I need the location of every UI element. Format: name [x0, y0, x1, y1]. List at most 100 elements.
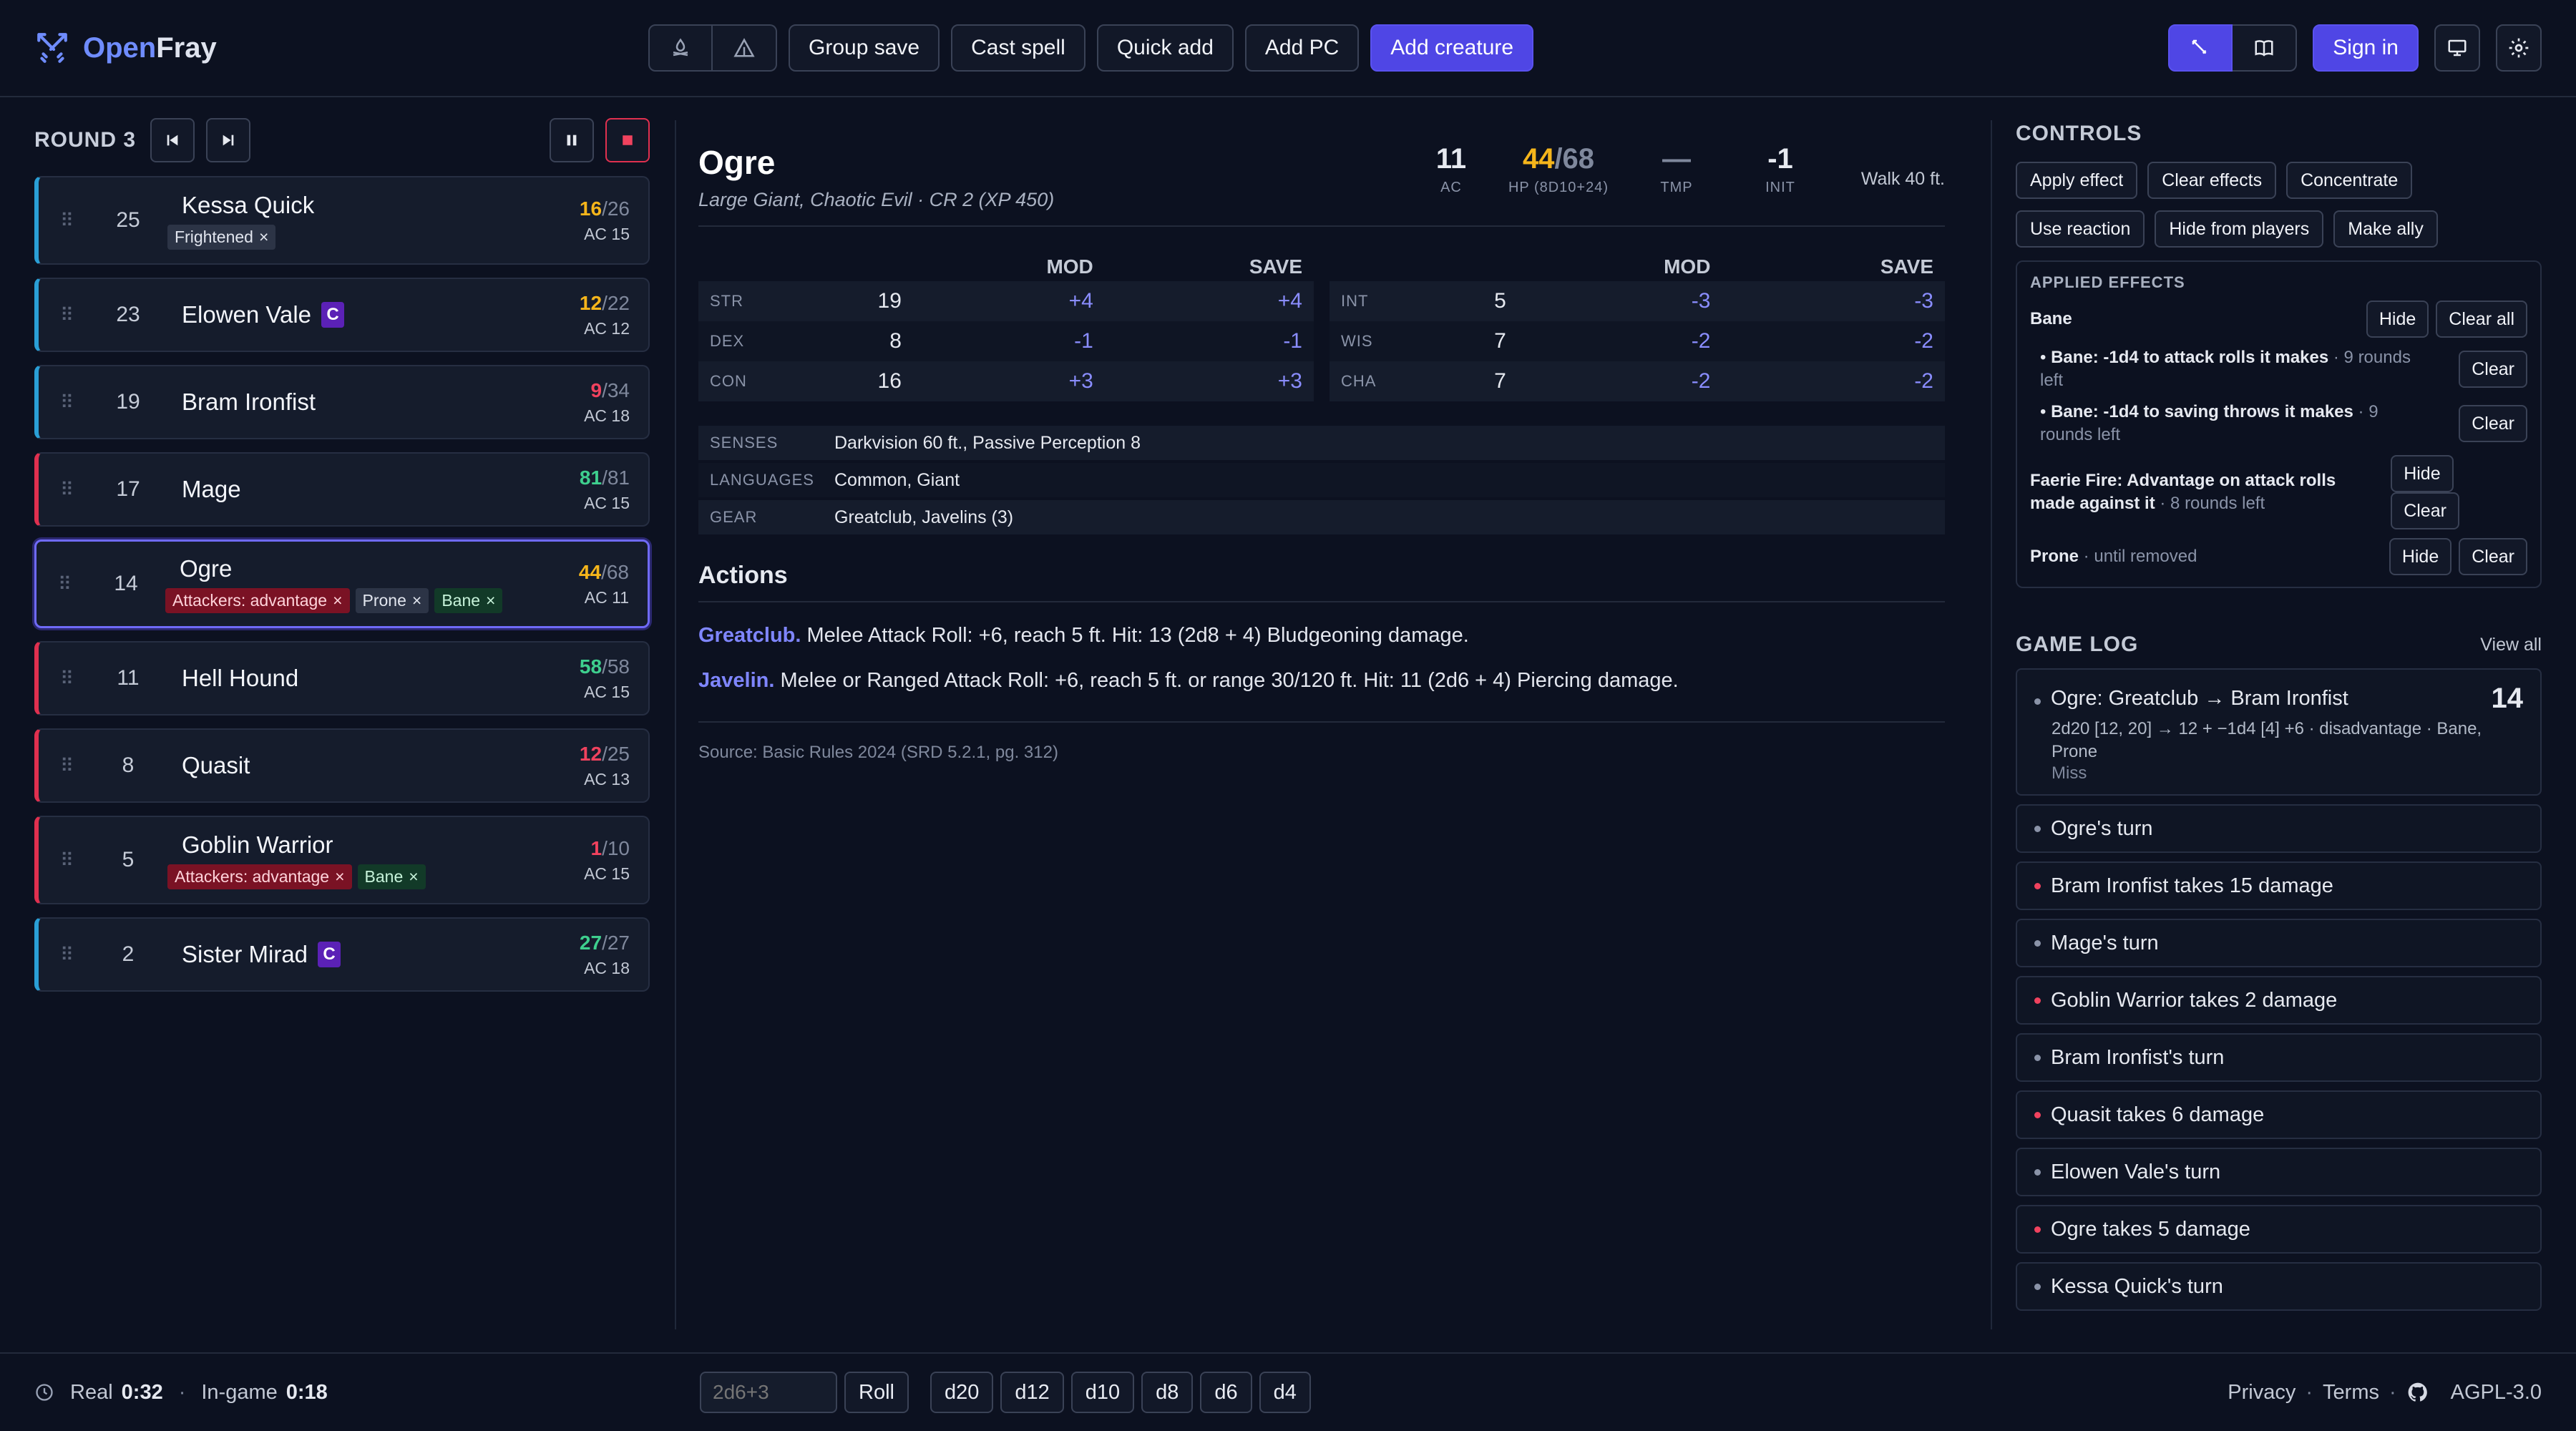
hp-display[interactable]: 58/58 AC 15: [580, 655, 648, 702]
ability-save[interactable]: -2: [1722, 321, 1945, 361]
concentrate-button[interactable]: Concentrate: [2286, 162, 2413, 199]
monitor-icon[interactable]: [2434, 24, 2480, 72]
ability-row[interactable]: DEX 8 -1 -1: [698, 321, 1314, 361]
ability-mod[interactable]: -2: [1517, 321, 1722, 361]
condition-tag[interactable]: Attackers: advantage ×: [167, 864, 352, 889]
log-entry[interactable]: Goblin Warrior takes 2 damage: [2016, 976, 2542, 1025]
close-icon[interactable]: ×: [259, 228, 268, 247]
close-icon[interactable]: ×: [409, 867, 418, 887]
dice-button-d10[interactable]: d10: [1070, 1372, 1135, 1413]
condition-tag[interactable]: Bane ×: [434, 587, 503, 613]
ability-mod[interactable]: -1: [912, 321, 1105, 361]
logo[interactable]: OpenFray: [34, 30, 635, 66]
initiative-value[interactable]: 19: [96, 390, 160, 414]
action-greatclub[interactable]: Greatclub. Melee Attack Roll: +6, reach …: [698, 624, 1945, 648]
initiative-value[interactable]: 14: [94, 572, 158, 596]
clear-faerie-fire-button[interactable]: Clear: [2391, 492, 2459, 529]
log-entry[interactable]: Kessa Quick's turn: [2016, 1262, 2542, 1311]
dice-button-d12[interactable]: d12: [1000, 1372, 1064, 1413]
condition-tag[interactable]: Prone ×: [355, 587, 429, 613]
hide-from-players-button[interactable]: Hide from players: [2155, 210, 2324, 248]
hp-display[interactable]: 81/81 AC 15: [580, 467, 648, 513]
drag-handle-icon[interactable]: ⠿: [58, 573, 94, 595]
hp-display[interactable]: 44/68 AC 11: [579, 561, 648, 607]
github-icon[interactable]: [2406, 1381, 2429, 1404]
gear-icon[interactable]: [2496, 24, 2542, 72]
previous-turn-button[interactable]: [150, 118, 195, 162]
log-entry[interactable]: Quasit takes 6 damage: [2016, 1090, 2542, 1139]
close-icon[interactable]: ×: [333, 591, 342, 610]
combatant-card[interactable]: ⠿ 14 Ogre Attackers: advantage × Prone × Bane × 4…: [34, 539, 650, 628]
ability-row[interactable]: STR 19 +4 +4: [698, 281, 1314, 321]
combatant-card[interactable]: ⠿ 25 Kessa Quick Frightened × 16/26 AC 15: [34, 176, 650, 265]
combatant-card[interactable]: ⠿ 23 Elowen Vale C 12/22 AC 12: [34, 278, 650, 352]
clear-prone-button[interactable]: Clear: [2459, 538, 2527, 575]
drag-handle-icon[interactable]: ⠿: [60, 944, 96, 966]
hp-display[interactable]: 12/25 AC 13: [580, 743, 648, 789]
view-all-link[interactable]: View all: [2480, 635, 2542, 655]
ability-mod[interactable]: +3: [912, 361, 1105, 401]
dice-button-d20[interactable]: d20: [930, 1372, 994, 1413]
initiative-value[interactable]: 11: [96, 666, 160, 690]
ability-row[interactable]: CHA 7 -2 -2: [1330, 361, 1945, 401]
combatant-card[interactable]: ⠿ 19 Bram Ironfist 9/34 AC 18: [34, 365, 650, 439]
ability-row[interactable]: CON 16 +3 +3: [698, 361, 1314, 401]
close-icon[interactable]: ×: [486, 591, 495, 610]
initiative-value[interactable]: 25: [96, 208, 160, 233]
ability-row[interactable]: WIS 7 -2 -2: [1330, 321, 1945, 361]
drag-handle-icon[interactable]: ⠿: [60, 304, 96, 326]
combatant-card[interactable]: ⠿ 17 Mage 81/81 AC 15: [34, 452, 650, 527]
apply-effect-button[interactable]: Apply effect: [2016, 162, 2138, 199]
clear-bane-save-button[interactable]: Clear: [2459, 405, 2527, 442]
ability-mod[interactable]: +4: [912, 281, 1105, 321]
log-entry[interactable]: Bram Ironfist's turn: [2016, 1033, 2542, 1082]
pause-button[interactable]: [550, 118, 594, 162]
hp-display[interactable]: 9/34 AC 18: [584, 379, 648, 426]
ability-save[interactable]: -3: [1722, 281, 1945, 321]
dice-expression-input[interactable]: [700, 1372, 837, 1413]
add-creature-button[interactable]: Add creature: [1370, 24, 1534, 72]
hide-bane-button[interactable]: Hide: [2366, 301, 2429, 338]
initiative-value[interactable]: 8: [96, 753, 160, 778]
clear-effects-button[interactable]: Clear effects: [2147, 162, 2277, 199]
terms-link[interactable]: Terms: [2323, 1381, 2379, 1405]
initiative-value[interactable]: 17: [96, 477, 160, 502]
tent-icon[interactable]: [713, 24, 777, 72]
dice-button-d6[interactable]: d6: [1200, 1372, 1252, 1413]
use-reaction-button[interactable]: Use reaction: [2016, 210, 2145, 248]
group-save-button[interactable]: Group save: [789, 24, 940, 72]
add-pc-button[interactable]: Add PC: [1244, 24, 1360, 72]
hide-prone-button[interactable]: Hide: [2389, 538, 2452, 575]
quick-add-button[interactable]: Quick add: [1096, 24, 1234, 72]
ability-save[interactable]: -1: [1104, 321, 1314, 361]
log-entry[interactable]: Mage's turn: [2016, 919, 2542, 967]
clear-bane-attack-button[interactable]: Clear: [2459, 351, 2527, 388]
hp-display[interactable]: 1/10 AC 15: [584, 837, 648, 884]
condition-tag[interactable]: Frightened ×: [167, 224, 276, 250]
drag-handle-icon[interactable]: ⠿: [60, 849, 96, 871]
dice-button-d4[interactable]: d4: [1259, 1372, 1311, 1413]
ability-save[interactable]: +4: [1104, 281, 1314, 321]
ability-mod[interactable]: -3: [1517, 281, 1722, 321]
log-entry-featured[interactable]: Ogre: Greatclub → Bram Ironfist 14 2d20 […: [2016, 668, 2542, 796]
ability-save[interactable]: -2: [1722, 361, 1945, 401]
combatant-card[interactable]: ⠿ 5 Goblin Warrior Attackers: advantage × Ban…: [34, 816, 650, 904]
roll-button[interactable]: Roll: [844, 1372, 909, 1413]
book-icon[interactable]: [2233, 24, 2298, 72]
log-entry[interactable]: Ogre's turn: [2016, 804, 2542, 853]
close-icon[interactable]: ×: [412, 591, 421, 610]
sword-icon[interactable]: [2168, 24, 2233, 72]
sign-in-button[interactable]: Sign in: [2313, 24, 2419, 72]
drag-handle-icon[interactable]: ⠿: [60, 210, 96, 232]
ability-row[interactable]: INT 5 -3 -3: [1330, 281, 1945, 321]
log-entry[interactable]: Bram Ironfist takes 15 damage: [2016, 861, 2542, 910]
ability-mod[interactable]: -2: [1517, 361, 1722, 401]
combatant-card[interactable]: ⠿ 2 Sister Mirad C 27/27 AC 18: [34, 917, 650, 992]
drag-handle-icon[interactable]: ⠿: [60, 391, 96, 414]
initiative-value[interactable]: 2: [96, 942, 160, 967]
drag-handle-icon[interactable]: ⠿: [60, 479, 96, 501]
drag-handle-icon[interactable]: ⠿: [60, 668, 96, 690]
stop-button[interactable]: [605, 118, 650, 162]
next-turn-button[interactable]: [206, 118, 251, 162]
close-icon[interactable]: ×: [335, 867, 344, 887]
